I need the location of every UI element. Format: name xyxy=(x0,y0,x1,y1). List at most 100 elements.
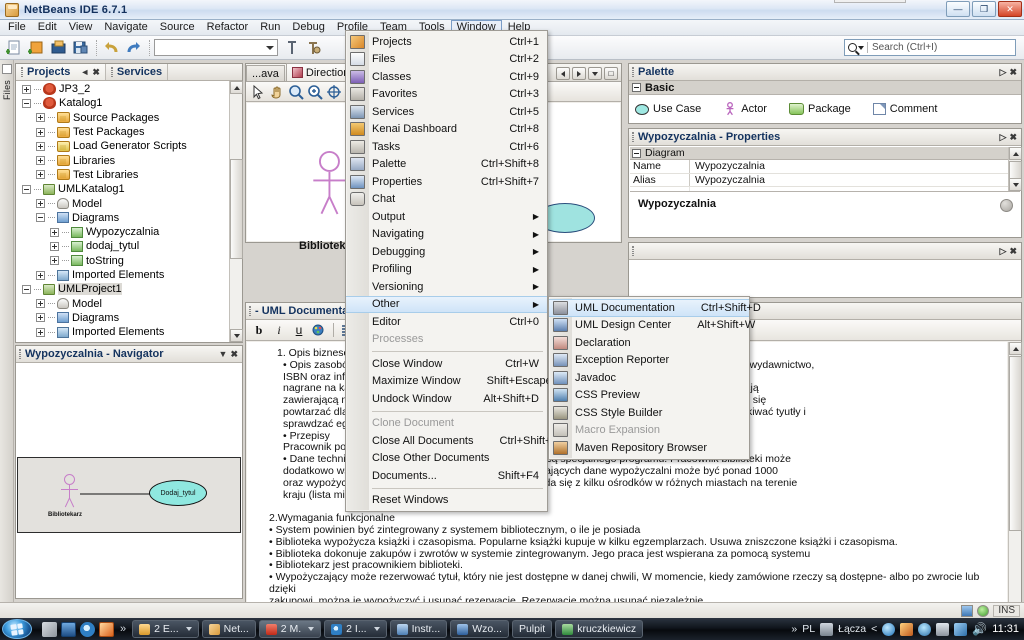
expand-icon[interactable] xyxy=(50,227,59,237)
fit-diagram-icon[interactable] xyxy=(325,83,343,101)
float-window-icon[interactable]: ▷ xyxy=(1000,246,1007,256)
expand-icon[interactable] xyxy=(50,256,59,266)
float-window-icon[interactable]: ▷ xyxy=(1000,132,1007,142)
minimize-button[interactable]: — xyxy=(946,1,970,17)
menu-item-kenai-dashboard[interactable]: Kenai Dashboard Ctrl+8 xyxy=(346,121,547,139)
close-window-icon[interactable]: ✖ xyxy=(1009,132,1017,142)
tree-node[interactable]: UMLProject1 xyxy=(16,282,229,296)
clock[interactable]: 11:31 xyxy=(992,623,1019,635)
expand-icon[interactable] xyxy=(22,84,31,94)
menu-item-chat[interactable]: Chat xyxy=(346,191,547,209)
menu-item-projects[interactable]: Projects Ctrl+1 xyxy=(346,33,547,51)
menu-view[interactable]: View xyxy=(63,20,99,35)
menu-item-close-all-documents[interactable]: Close All Documents Ctrl+Shift+W xyxy=(346,432,562,450)
scroll-up-button[interactable] xyxy=(1009,342,1022,355)
menu-file[interactable]: File xyxy=(2,20,32,35)
minimize-window-icon[interactable]: ◄ xyxy=(80,67,89,77)
scrollbar-thumb[interactable] xyxy=(1009,356,1022,531)
media-player-icon[interactable] xyxy=(99,621,114,637)
collapse-icon[interactable] xyxy=(22,184,31,194)
collapse-icon[interactable] xyxy=(632,83,641,92)
menu-item-output[interactable]: Output ▶ xyxy=(346,208,547,226)
volume-icon[interactable]: 🔊 xyxy=(972,622,987,636)
undo-icon[interactable] xyxy=(102,38,122,58)
property-row[interactable]: Name Wypozyczalnia xyxy=(630,160,1008,174)
menu-edit[interactable]: Edit xyxy=(32,20,63,35)
taskbar-task[interactable]: 2 E... xyxy=(132,620,199,638)
menu-item-files[interactable]: Files Ctrl+2 xyxy=(346,51,547,69)
window-switch-icon[interactable] xyxy=(61,621,76,637)
project-tree[interactable]: JP3_2 Katalog1 Source Packages Test Package… xyxy=(16,81,229,342)
tree-node[interactable]: Test Packages xyxy=(16,125,229,139)
scrollbar-thumb[interactable] xyxy=(1009,161,1022,179)
taskbar-task[interactable]: Wzo... xyxy=(450,620,509,638)
palette-item-actor[interactable]: Actor xyxy=(723,102,767,116)
pan-tool-icon[interactable] xyxy=(268,83,286,101)
messenger-icon[interactable] xyxy=(882,622,896,636)
drag-grip[interactable] xyxy=(632,246,634,256)
notifications-icon[interactable] xyxy=(961,604,974,617)
menu-item-uml-documentation[interactable]: UML Documentation Ctrl+Shift+D xyxy=(549,299,761,317)
color-icon[interactable] xyxy=(310,321,328,339)
expand-icon[interactable] xyxy=(36,199,45,209)
tree-node[interactable]: Wypozyczalnia xyxy=(16,225,229,239)
network-label[interactable]: Łącza xyxy=(838,623,866,635)
drag-grip[interactable] xyxy=(632,132,634,142)
menu-item-close-other-documents[interactable]: Close Other Documents xyxy=(346,450,547,468)
menu-item-debugging[interactable]: Debugging ▶ xyxy=(346,243,547,261)
window-tab-projects[interactable]: Projects ◄ ✖ xyxy=(16,64,106,80)
tree-node[interactable]: toString xyxy=(16,254,229,268)
underline-icon[interactable]: u xyxy=(290,321,308,339)
menu-item-tasks[interactable]: Tasks Ctrl+6 xyxy=(346,138,547,156)
tree-node[interactable]: Source Packages xyxy=(16,111,229,125)
menu-item-profiling[interactable]: Profiling ▶ xyxy=(346,261,547,279)
tree-node[interactable]: Test Libraries xyxy=(16,168,229,182)
menu-item-classes[interactable]: Classes Ctrl+9 xyxy=(346,68,547,86)
menu-item-undock-window[interactable]: Undock Window Alt+Shift+D xyxy=(346,390,547,408)
collapse-icon[interactable] xyxy=(632,148,641,158)
show-desktop-icon[interactable] xyxy=(42,621,57,637)
menu-item-maven-repository-browser[interactable]: Maven Repository Browser xyxy=(549,439,749,457)
collapse-icon[interactable] xyxy=(36,213,45,223)
tree-node[interactable]: Diagrams xyxy=(16,211,229,225)
menu-source[interactable]: Source xyxy=(154,20,201,35)
menu-item-css-preview[interactable]: CSS Preview xyxy=(549,387,749,405)
menu-run[interactable]: Run xyxy=(254,20,286,35)
internet-explorer-icon[interactable] xyxy=(80,621,95,637)
expand-icon[interactable] xyxy=(36,156,45,166)
collapse-icon[interactable] xyxy=(22,284,31,294)
menu-refactor[interactable]: Refactor xyxy=(201,20,255,35)
scroll-up-button[interactable] xyxy=(1009,147,1022,160)
debug-icon[interactable] xyxy=(304,38,324,58)
close-window-icon[interactable]: ✖ xyxy=(1009,67,1017,77)
network-chevron-icon[interactable]: < xyxy=(871,623,877,635)
menu-item-exception-reporter[interactable]: Exception Reporter xyxy=(549,352,749,370)
drag-grip[interactable] xyxy=(249,306,251,316)
tree-node[interactable]: Imported Elements xyxy=(16,325,229,339)
scroll-up-button[interactable] xyxy=(230,81,243,94)
menu-item-javadoc[interactable]: Javadoc xyxy=(549,369,749,387)
property-value[interactable]: Wypozyczalnia xyxy=(690,160,1008,173)
language-indicator[interactable]: PL xyxy=(802,623,815,635)
quick-launch-overflow[interactable]: » xyxy=(120,623,126,635)
tree-node[interactable]: Model xyxy=(16,296,229,310)
expand-icon[interactable] xyxy=(36,327,45,337)
menu-item-close-window[interactable]: Close Window Ctrl+W xyxy=(346,355,547,373)
expand-icon[interactable] xyxy=(36,127,45,137)
files-icon[interactable] xyxy=(1,64,12,74)
antivirus-icon[interactable] xyxy=(918,622,932,636)
document-list-button[interactable] xyxy=(588,67,602,80)
expand-icon[interactable] xyxy=(36,270,45,280)
menu-item-reset-windows[interactable]: Reset Windows xyxy=(346,492,547,510)
menu-item-other[interactable]: Other ▶ xyxy=(346,295,547,313)
run-icon[interactable] xyxy=(282,38,302,58)
close-button[interactable]: ✕ xyxy=(998,1,1022,17)
drag-grip[interactable] xyxy=(19,349,21,359)
expand-icon[interactable] xyxy=(36,141,45,151)
palette-item-package[interactable]: Package xyxy=(788,103,851,115)
save-all-icon[interactable] xyxy=(71,38,91,58)
properties-scrollbar[interactable] xyxy=(1008,147,1022,191)
palette-item-use-case[interactable]: Use Case xyxy=(635,103,701,115)
italic-icon[interactable]: i xyxy=(270,321,288,339)
project-config-combo[interactable] xyxy=(154,39,278,56)
